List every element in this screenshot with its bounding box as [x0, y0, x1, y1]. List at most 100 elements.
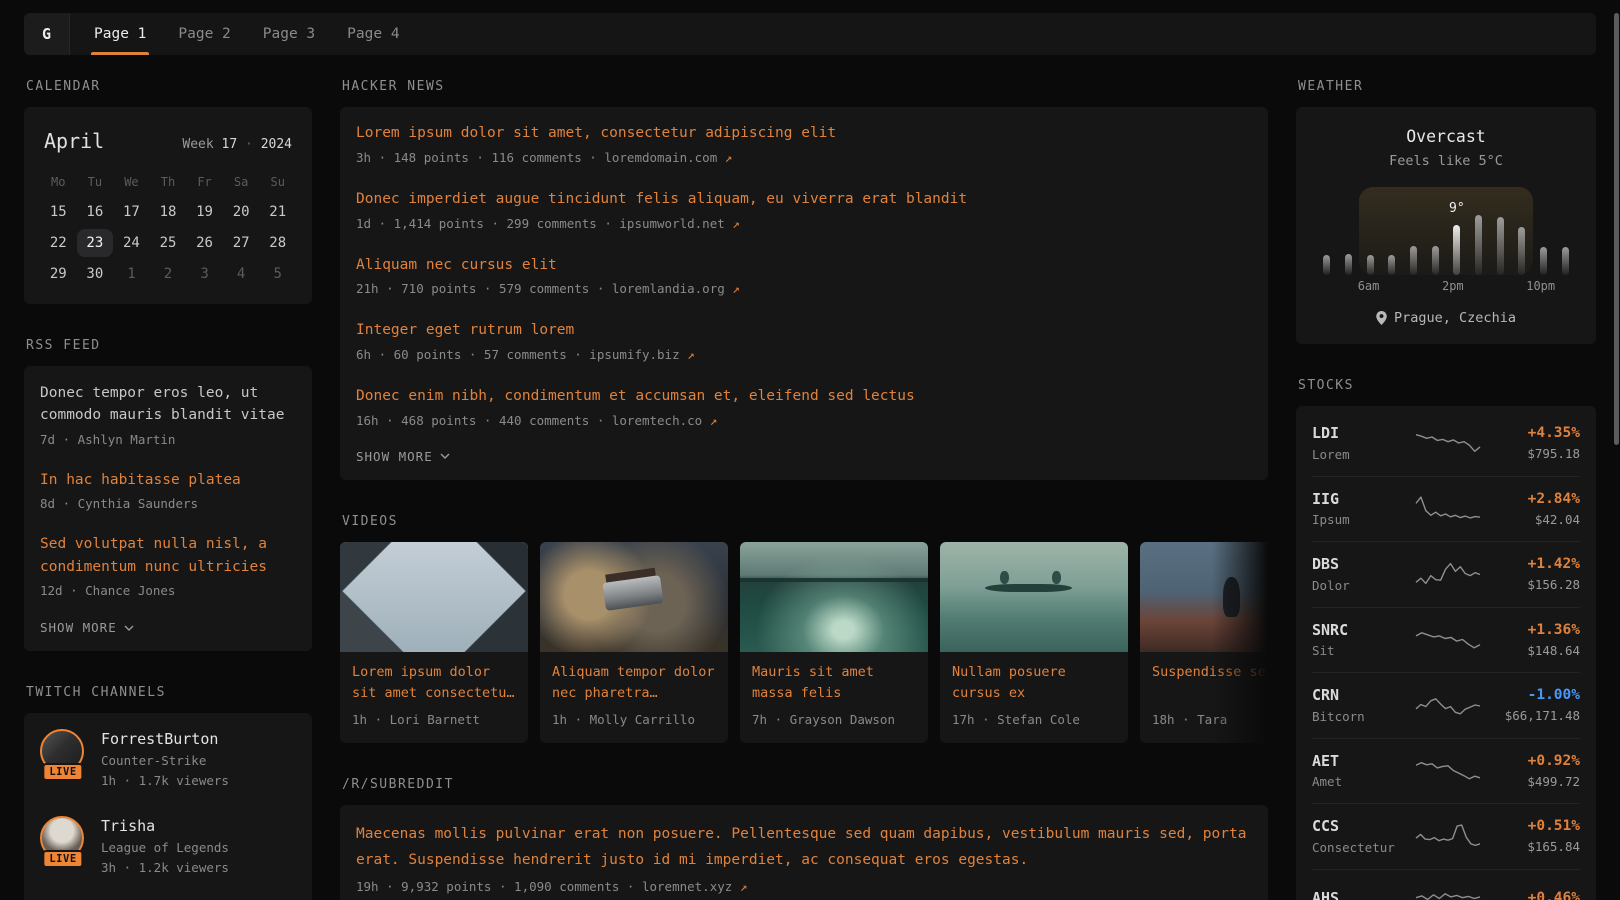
stock-row-crn[interactable]: CRNBitcorn-1.00%$66,171.48 [1312, 672, 1580, 738]
weather-location: Prague, Czechia [1394, 310, 1516, 326]
calendar-week-number: 17 [222, 137, 238, 152]
stock-row-snrc[interactable]: SNRCSit+1.36%$148.64 [1312, 607, 1580, 673]
video-title[interactable]: Aliquam tempor dolor nec pharetra… [552, 662, 716, 704]
twitch-channel-row[interactable]: LIVEForrestBurtonCounter-Strike1h · 1.7k… [40, 729, 296, 791]
rss-show-more-button[interactable]: SHOW MORE [40, 620, 134, 635]
video-card[interactable]: Nullam posuere cursus ex17h · Stefan Col… [940, 542, 1128, 743]
calendar-weekday: Th [150, 169, 187, 195]
external-link-icon[interactable]: ↗ [710, 413, 718, 428]
video-card[interactable]: Aliquam tempor dolor nec pharetra…1h · M… [540, 542, 728, 743]
stock-id: DBSDolor [1312, 555, 1412, 593]
stock-row-dbs[interactable]: DBSDolor+1.42%$156.28 [1312, 541, 1580, 607]
twitch-section-title: TWITCH CHANNELS [26, 685, 312, 700]
hackernews-item-title[interactable]: Aliquam nec cursus elit [356, 255, 1252, 277]
stock-symbol: SNRC [1312, 621, 1412, 641]
stock-values: +0.46% [1484, 889, 1580, 900]
hackernews-item-title[interactable]: Donec imperdiet augue tincidunt felis al… [356, 189, 1252, 211]
hackernews-item-meta: 16h · 468 points · 440 comments · loremt… [356, 411, 1252, 431]
calendar-day-25: 25 [150, 229, 187, 257]
external-link-icon[interactable]: ↗ [725, 150, 733, 165]
weather-bar [1497, 217, 1504, 275]
stock-name: Amet [1312, 774, 1412, 789]
twitch-channel-name[interactable]: ForrestBurton [101, 729, 229, 751]
nav-tab-page-1[interactable]: Page 1 [94, 13, 146, 55]
stock-price: $156.28 [1484, 577, 1580, 592]
video-thumbnail[interactable] [540, 542, 728, 652]
rss-item-title[interactable]: Sed volutpat nulla nisl, a condimentum n… [40, 533, 296, 578]
weather-section-title: WEATHER [1298, 79, 1596, 94]
nav-tab-page-3[interactable]: Page 3 [263, 13, 315, 55]
stock-name: Sit [1312, 643, 1412, 658]
calendar-day-28: 28 [259, 229, 296, 257]
weather-bar [1432, 246, 1439, 275]
external-link-icon[interactable]: ↗ [687, 347, 695, 362]
video-thumbnail[interactable] [940, 542, 1128, 652]
videos-row: Lorem ipsum dolor sit amet consectetu…1h… [340, 542, 1268, 743]
twitch-channel-meta: 1h · 1.7k viewers [101, 771, 229, 791]
weather-chart: 9° 6am2pm10pm [1316, 187, 1576, 293]
twitch-channel-name[interactable]: Trisha [101, 816, 229, 838]
hackernews-item-title[interactable]: Donec enim nibh, condimentum et accumsan… [356, 386, 1252, 408]
rss-feed-item: Donec tempor eros leo, ut commodo mauris… [40, 382, 296, 450]
video-thumbnail[interactable] [740, 542, 928, 652]
video-title[interactable]: Lorem ipsum dolor sit amet consectetu… [352, 662, 516, 704]
twitch-card: LIVEForrestBurtonCounter-Strike1h · 1.7k… [24, 713, 312, 900]
video-title[interactable]: Mauris sit amet massa felis [752, 662, 916, 704]
video-title[interactable]: Suspendisse sed diam [1152, 662, 1268, 704]
hackernews-item: Aliquam nec cursus elit21h · 710 points … [356, 255, 1252, 300]
hackernews-item-meta: 6h · 60 points · 57 comments · ipsumify.… [356, 345, 1252, 365]
app-logo[interactable]: G [24, 13, 70, 55]
nav-tabs: Page 1 Page 2 Page 3 Page 4 [70, 13, 400, 55]
stock-row-aet[interactable]: AETAmet+0.92%$499.72 [1312, 738, 1580, 804]
weather-bar-cell [1489, 217, 1511, 275]
twitch-channel-meta: 3h · 1.2k viewers [101, 858, 229, 878]
stock-price: $66,171.48 [1484, 708, 1580, 723]
hackernews-item-meta: 3h · 148 points · 116 comments · loremdo… [356, 148, 1252, 168]
stock-row-iig[interactable]: IIGIpsum+2.84%$42.04 [1312, 476, 1580, 542]
weather-bar [1453, 225, 1460, 275]
video-card[interactable]: Mauris sit amet massa felis7h · Grayson … [740, 542, 928, 743]
subreddit-post-title[interactable]: Maecenas mollis pulvinar erat non posuer… [356, 821, 1252, 873]
video-thumbnail[interactable] [340, 542, 528, 652]
nav-tab-page-2[interactable]: Page 2 [178, 13, 230, 55]
external-link-icon[interactable]: ↗ [732, 281, 740, 296]
subreddit-widget: /R/SUBREDDIT Maecenas mollis pulvinar er… [340, 777, 1268, 900]
stock-row-ccs[interactable]: CCSConsectetur+0.51%$165.84 [1312, 803, 1580, 869]
chevron-down-icon [124, 625, 134, 631]
hackernews-show-more-button[interactable]: SHOW MORE [356, 449, 450, 464]
rss-item-title[interactable]: Donec tempor eros leo, ut commodo mauris… [40, 382, 296, 427]
stock-row-ldi[interactable]: LDILorem+4.35%$795.18 [1312, 411, 1580, 476]
calendar-day-24: 24 [113, 229, 150, 257]
stock-symbol: IIG [1312, 490, 1412, 510]
stock-change: +0.51% [1484, 817, 1580, 836]
calendar-day-29: 29 [40, 260, 77, 288]
stock-change: -1.00% [1484, 686, 1580, 705]
hackernews-item-title[interactable]: Integer eget rutrum lorem [356, 320, 1252, 342]
weather-bar [1388, 255, 1395, 275]
weather-bar [1367, 255, 1374, 275]
rss-widget: RSS FEED Donec tempor eros leo, ut commo… [24, 338, 312, 651]
weather-bar-cell [1468, 215, 1490, 275]
video-card[interactable]: Suspendisse sed diam18h · Tara [1140, 542, 1268, 743]
video-title[interactable]: Nullam posuere cursus ex [952, 662, 1116, 704]
calendar-widget: CALENDAR April Week 17 · 2024 MoTuWeThFr… [24, 79, 312, 304]
hackernews-item-title[interactable]: Lorem ipsum dolor sit amet, consectetur … [356, 123, 1252, 145]
twitch-channel-row[interactable]: LIVETrishaLeague of Legends3h · 1.2k vie… [40, 816, 296, 878]
weather-bar [1562, 247, 1569, 275]
stock-symbol: AHS [1312, 889, 1412, 900]
stock-row-ahs[interactable]: AHS +0.46% [1312, 869, 1580, 900]
video-thumbnail[interactable] [1140, 542, 1268, 652]
scrollbar-thumb[interactable] [1614, 13, 1619, 445]
hackernews-card: Lorem ipsum dolor sit amet, consectetur … [340, 107, 1268, 480]
location-pin-icon [1376, 311, 1387, 325]
external-link-icon[interactable]: ↗ [740, 879, 748, 894]
nav-tab-page-4[interactable]: Page 4 [347, 13, 399, 55]
video-card[interactable]: Lorem ipsum dolor sit amet consectetu…1h… [340, 542, 528, 743]
external-link-icon[interactable]: ↗ [732, 216, 740, 231]
stock-values: -1.00% $66,171.48 [1484, 686, 1580, 723]
weather-bar [1345, 254, 1352, 275]
twitch-channel-game: League of Legends [101, 838, 229, 858]
weather-location-row: Prague, Czechia [1312, 310, 1580, 326]
rss-item-title[interactable]: In hac habitasse platea [40, 469, 296, 491]
stock-sparkline-wrap [1412, 883, 1484, 900]
